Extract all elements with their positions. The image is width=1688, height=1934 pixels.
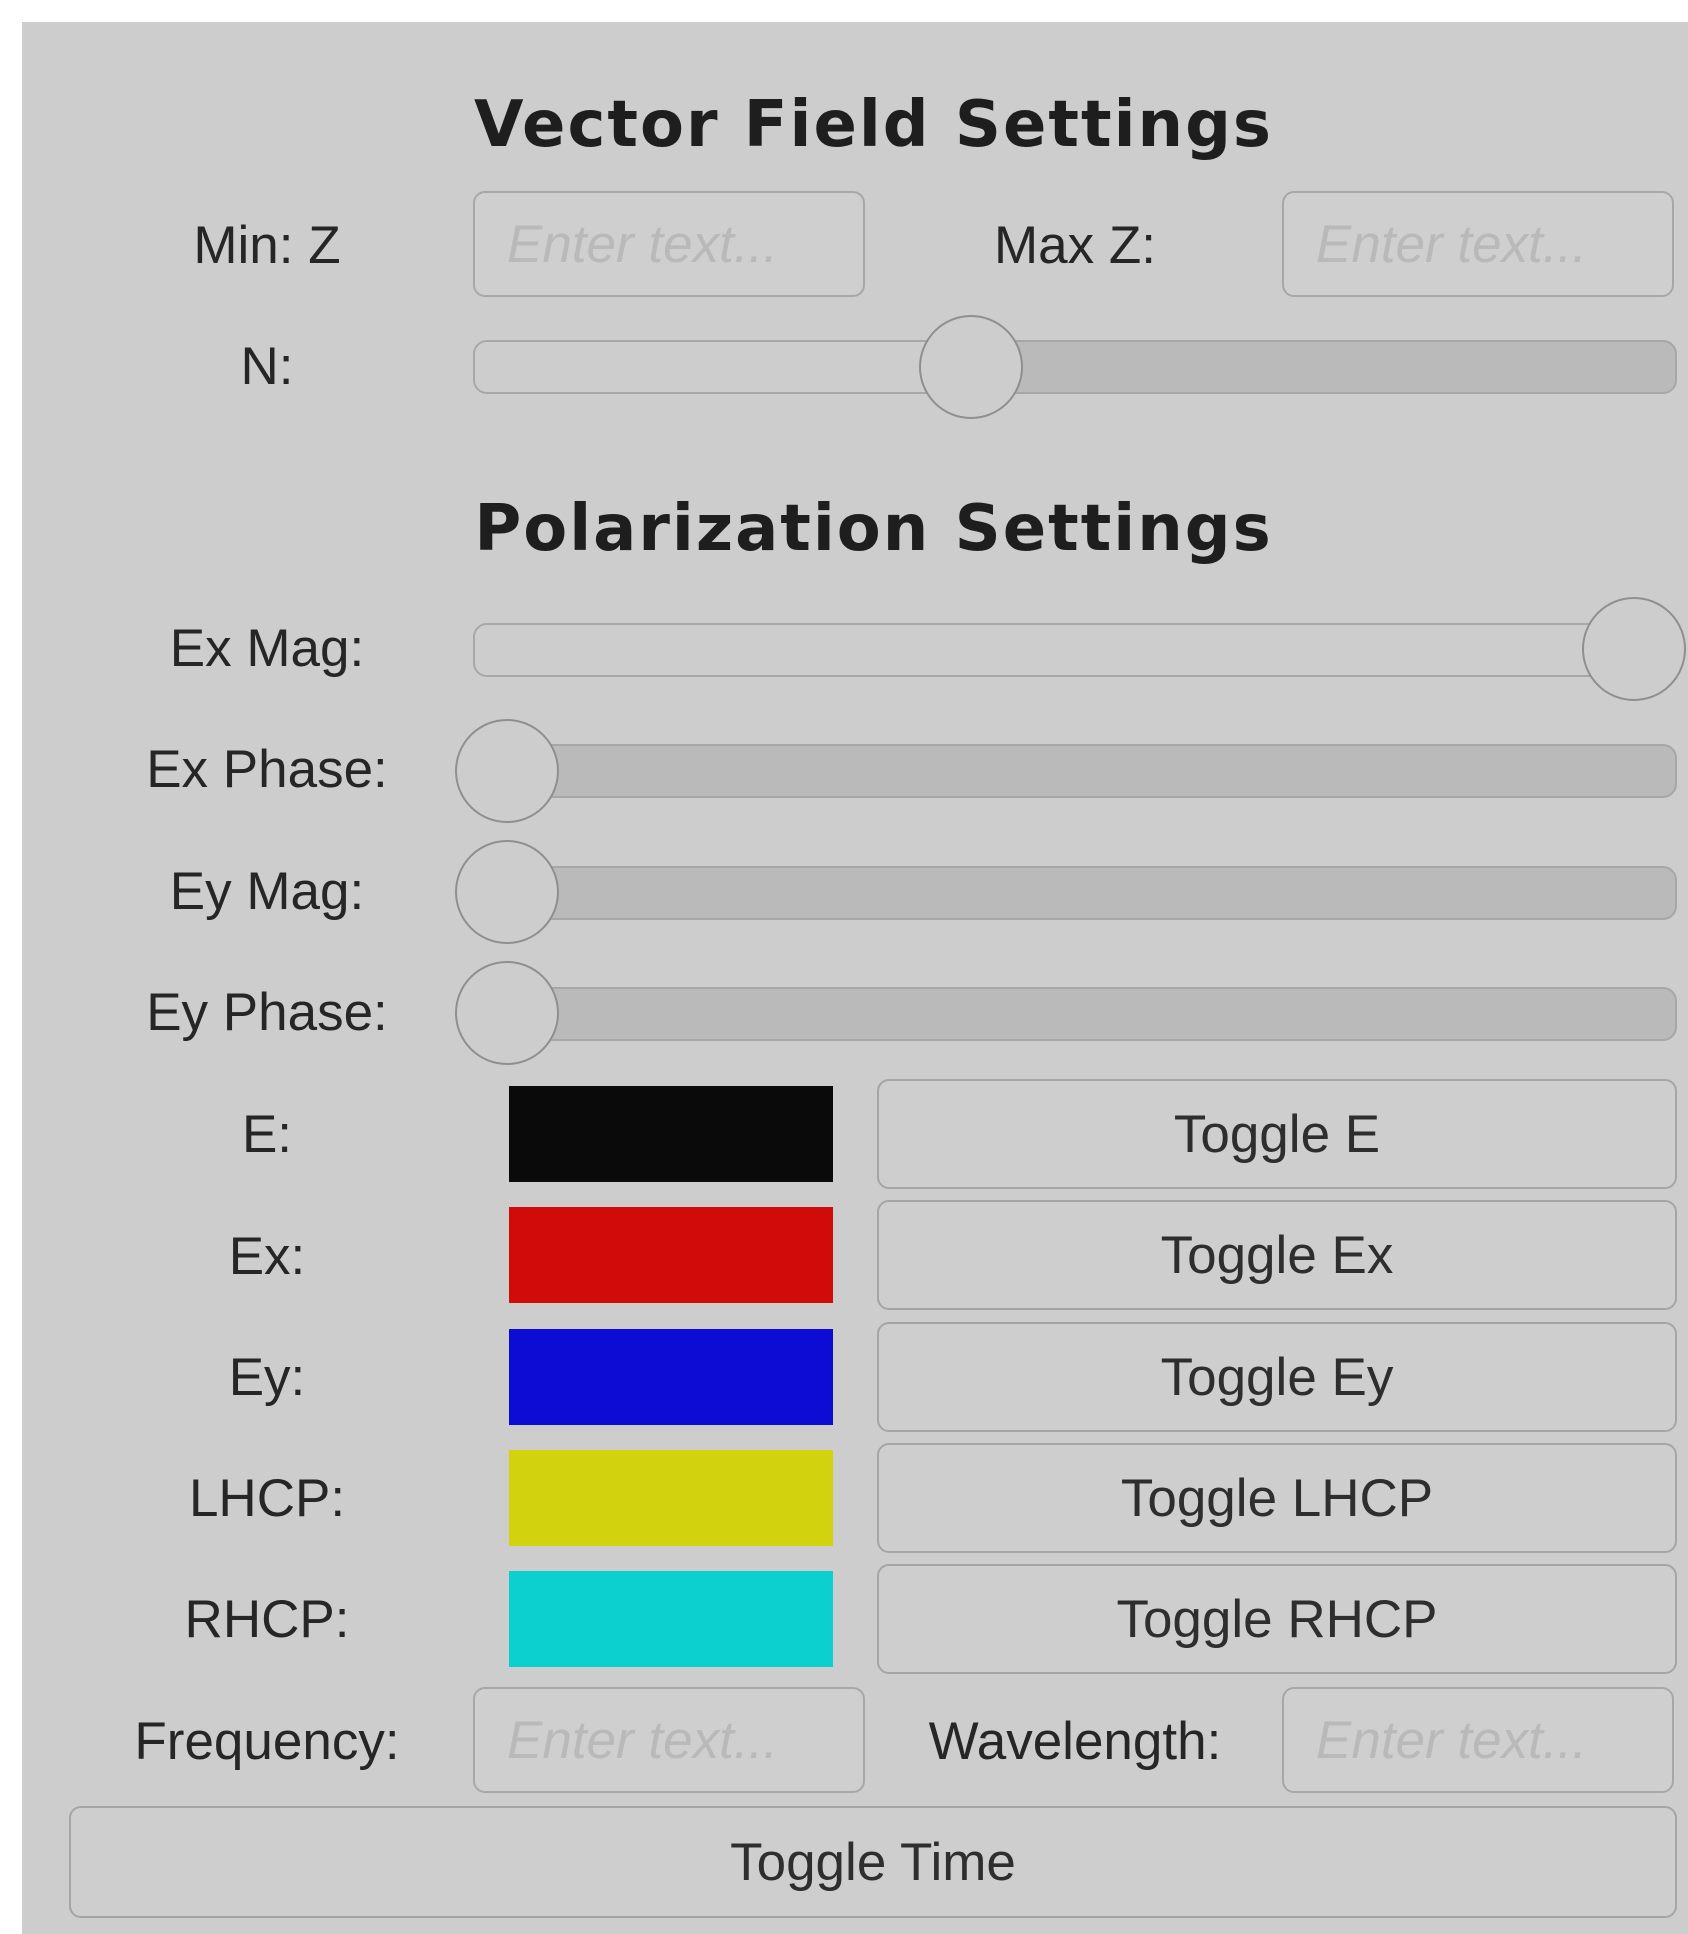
toggle-e-button[interactable]: Toggle E [877, 1079, 1677, 1189]
ex-color-swatch[interactable] [509, 1207, 833, 1303]
lhcp-color-swatch[interactable] [509, 1450, 833, 1546]
rhcp-color-swatch[interactable] [509, 1571, 833, 1667]
ey-phase-slider-track[interactable] [473, 987, 1677, 1041]
ey-phase-label: Ey Phase: [146, 983, 388, 1042]
vector-field-title: Vector Field Settings [474, 88, 1273, 162]
lhcp-color-label: LHCP: [188, 1469, 346, 1528]
ex-mag-slider-handle[interactable] [1582, 597, 1686, 701]
max-z-label: Max Z: [994, 216, 1156, 275]
ey-mag-label: Ey Mag: [169, 862, 365, 921]
toggle-ey-button[interactable]: Toggle Ey [877, 1322, 1677, 1432]
ex-color-label: Ex: [228, 1227, 306, 1286]
ey-color-label: Ey: [228, 1348, 306, 1407]
wavelength-input[interactable] [1284, 1689, 1672, 1791]
n-label: N: [240, 337, 294, 396]
ex-mag-slider-track[interactable] [473, 623, 1677, 677]
e-color-label: E: [241, 1105, 293, 1164]
toggle-rhcp-button[interactable]: Toggle RHCP [877, 1564, 1677, 1674]
toggle-lhcp-button[interactable]: Toggle LHCP [877, 1443, 1677, 1553]
ex-mag-slider-fill [475, 625, 1669, 675]
frequency-field[interactable] [473, 1687, 865, 1793]
max-z-field[interactable] [1282, 191, 1674, 297]
ex-phase-label: Ex Phase: [146, 740, 388, 799]
ey-mag-slider-handle[interactable] [455, 840, 559, 944]
ex-mag-label: Ex Mag: [169, 619, 365, 678]
rhcp-color-label: RHCP: [184, 1590, 350, 1649]
polarization-title: Polarization Settings [474, 492, 1273, 566]
wavelength-field[interactable] [1282, 1687, 1674, 1793]
toggle-time-button[interactable]: Toggle Time [69, 1806, 1677, 1918]
min-z-label: Min: Z [193, 216, 341, 275]
ey-color-swatch[interactable] [509, 1329, 833, 1425]
n-slider-fill [475, 342, 973, 392]
ex-phase-slider-track[interactable] [473, 744, 1677, 798]
n-slider-track[interactable] [473, 340, 1677, 394]
min-z-input[interactable] [475, 193, 863, 295]
ey-phase-slider-handle[interactable] [455, 961, 559, 1065]
n-slider-handle[interactable] [919, 315, 1023, 419]
min-z-field[interactable] [473, 191, 865, 297]
wavelength-label: Wavelength: [928, 1712, 1222, 1771]
max-z-input[interactable] [1284, 193, 1672, 295]
ey-mag-slider-track[interactable] [473, 866, 1677, 920]
e-color-swatch[interactable] [509, 1086, 833, 1182]
frequency-label: Frequency: [134, 1712, 400, 1771]
frequency-input[interactable] [475, 1689, 863, 1791]
toggle-ex-button[interactable]: Toggle Ex [877, 1200, 1677, 1310]
ex-phase-slider-handle[interactable] [455, 719, 559, 823]
